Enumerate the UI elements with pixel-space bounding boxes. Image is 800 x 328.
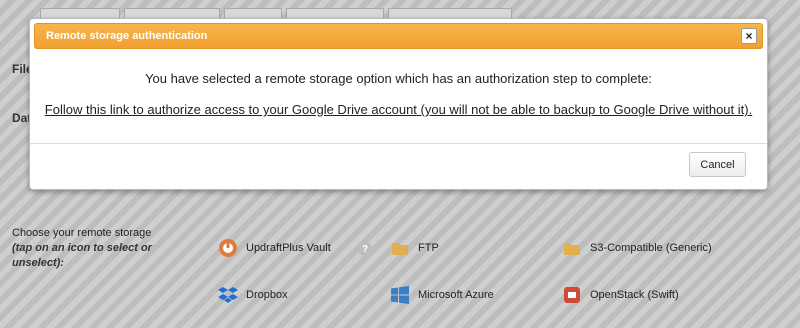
dialog-message: You have selected a remote storage optio…: [145, 71, 652, 86]
option-label: UpdraftPlus Vault: [246, 242, 331, 254]
storage-hint: (tap on an icon to select or unselect):: [12, 242, 152, 269]
storage-option-updraftplus-vault[interactable]: UpdraftPlus Vault: [218, 238, 331, 258]
dialog-titlebar[interactable]: Remote storage authentication ×: [34, 23, 763, 49]
option-label: S3-Compatible (Generic): [590, 242, 712, 254]
divider: [30, 143, 767, 144]
option-label: FTP: [418, 242, 439, 254]
storage-label: Choose your remote storage: [12, 227, 152, 239]
updraftplus-vault-icon: [218, 238, 238, 258]
storage-option-openstack[interactable]: OpenStack (Swift): [562, 285, 679, 305]
help-icon[interactable]: ?: [358, 242, 372, 256]
openstack-icon: [562, 285, 582, 305]
close-button[interactable]: ×: [741, 28, 757, 44]
option-label: Microsoft Azure: [418, 289, 494, 301]
storage-option-microsoft-azure[interactable]: Microsoft Azure: [390, 285, 494, 305]
storage-option-dropbox[interactable]: Dropbox: [218, 285, 288, 305]
authorize-link[interactable]: Follow this link to authorize access to …: [30, 102, 767, 117]
storage-option-ftp[interactable]: FTP: [390, 238, 439, 258]
close-icon: ×: [745, 29, 753, 43]
storage-option-s3-compatible[interactable]: S3-Compatible (Generic): [562, 238, 712, 258]
dialog-title: Remote storage authentication: [46, 30, 208, 42]
option-label: Dropbox: [246, 289, 288, 301]
windows-icon: [390, 285, 410, 305]
auth-dialog: Remote storage authentication × You have…: [29, 18, 768, 190]
storage-section: Choose your remote storage (tap on an ic…: [12, 226, 182, 271]
folder-icon: [390, 238, 410, 258]
option-label: OpenStack (Swift): [590, 289, 679, 301]
cancel-button[interactable]: Cancel: [689, 152, 746, 177]
folder-icon: [562, 238, 582, 258]
dropbox-icon: [218, 285, 238, 305]
